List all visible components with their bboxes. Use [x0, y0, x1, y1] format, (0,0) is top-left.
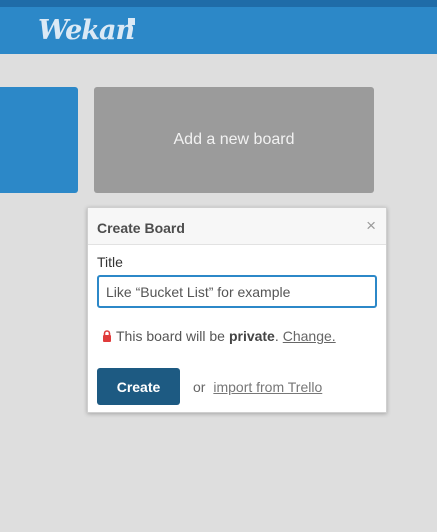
import-from-trello-link[interactable]: import from Trello — [213, 379, 322, 395]
or-text: or — [193, 379, 206, 395]
logo-dot-icon — [128, 18, 135, 25]
popup-title: Create Board — [97, 220, 185, 236]
create-board-popup: Create Board × Title This board will be … — [87, 207, 387, 413]
board-title-input[interactable] — [97, 275, 377, 308]
lock-icon — [103, 330, 111, 342]
privacy-notice: This board will be private. Change. — [102, 328, 336, 344]
popup-header: Create Board × — [88, 208, 386, 245]
title-label: Title — [97, 254, 123, 270]
board-tile[interactable] — [0, 87, 78, 193]
change-privacy-link[interactable]: Change. — [283, 328, 336, 344]
header-bar: Wekan — [0, 7, 437, 54]
create-button[interactable]: Create — [97, 368, 180, 405]
privacy-prefix: This board will be — [116, 328, 225, 344]
add-board-label: Add a new board — [173, 131, 295, 148]
add-board-tile[interactable]: Add a new board — [94, 87, 374, 193]
import-option: or import from Trello — [193, 379, 322, 395]
close-icon[interactable]: × — [366, 217, 376, 234]
privacy-value: private — [228, 328, 275, 344]
privacy-suffix: . — [274, 328, 279, 344]
top-strip — [0, 0, 437, 7]
wekan-logo[interactable]: Wekan — [38, 15, 135, 46]
